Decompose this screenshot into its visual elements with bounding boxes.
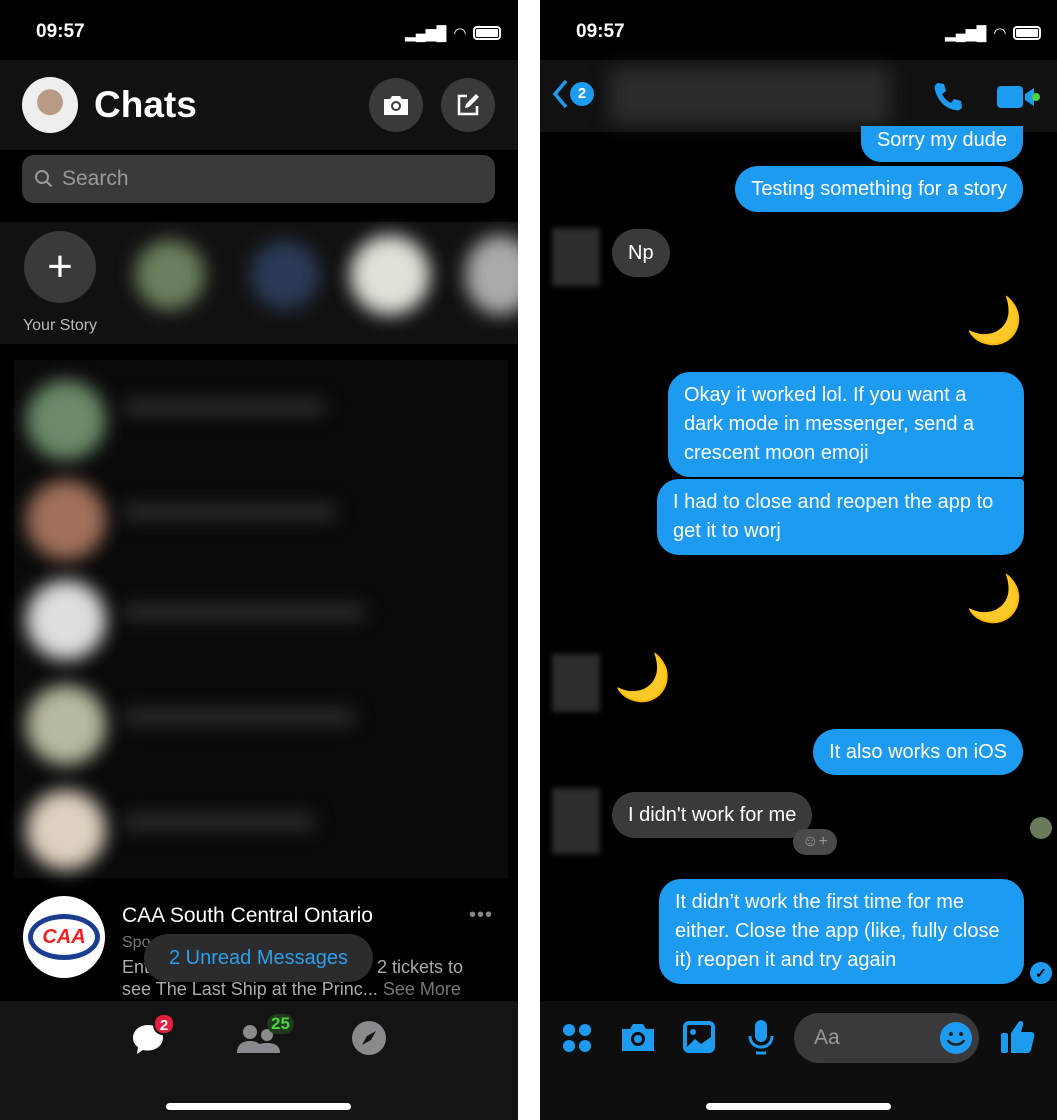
chat-row[interactable] (26, 580, 106, 660)
story-item[interactable] (135, 240, 205, 310)
chat-row-text (124, 605, 364, 619)
status-icons: ▂▄▆█ ◠ (945, 24, 1042, 42)
your-story-label: Your Story (22, 317, 98, 334)
message-placeholder: Aa (814, 1026, 840, 1049)
ad-text-end: 2 tickets to (377, 957, 464, 977)
composer-bar: Aa (540, 1001, 1057, 1120)
phone-call-icon[interactable] (932, 80, 966, 114)
add-reaction-button[interactable]: ☺+ (793, 829, 837, 855)
chevron-left-icon (552, 79, 568, 109)
ad-text-line2: see The Last Ship at the Princ... See Mo… (122, 979, 461, 1000)
camera-icon[interactable] (620, 1021, 656, 1053)
message-out[interactable]: It didn’t work the first time for me eit… (659, 879, 1024, 984)
back-button[interactable]: 2 (552, 78, 594, 110)
nav-chats-tab[interactable]: 2 (130, 1013, 175, 1062)
chat-row-text (124, 505, 334, 519)
chats-badge: 2 (153, 1013, 175, 1035)
home-indicator (706, 1103, 891, 1110)
compass-icon (362, 1031, 376, 1045)
more-options-icon[interactable]: ••• (469, 904, 493, 927)
compose-button[interactable] (441, 78, 495, 132)
chat-row[interactable] (26, 380, 106, 460)
search-input[interactable]: Search (22, 155, 495, 203)
signal-icon: ▂▄▆█ (405, 24, 447, 41)
message-out[interactable]: Testing something for a story (735, 166, 1023, 212)
contact-info-blurred[interactable] (610, 68, 890, 124)
contact-avatar[interactable] (552, 228, 600, 286)
read-receipt-avatar (1030, 817, 1052, 839)
message-out[interactable]: Okay it worked lol. If you want a dark m… (668, 372, 1024, 477)
message-out[interactable]: Sorry my dude (860, 126, 1023, 162)
moon-emoji-message[interactable]: 🌙 (614, 652, 671, 702)
camera-icon (384, 96, 408, 115)
status-time: 09:57 (576, 21, 625, 42)
battery-icon (473, 26, 502, 40)
message-out[interactable]: I had to close and reopen the app to get… (657, 479, 1024, 555)
story-item[interactable] (350, 235, 430, 315)
unread-messages-toast[interactable]: 2 Unread Messages (144, 934, 373, 982)
chat-row[interactable] (26, 480, 106, 560)
contact-avatar[interactable] (552, 654, 600, 712)
compose-icon (457, 94, 479, 116)
people-badge: 25 (267, 1014, 294, 1034)
wifi-icon: ◠ (993, 25, 1007, 42)
status-icons: ▂▄▆█ ◠ (405, 24, 502, 42)
chat-row-text (124, 400, 324, 414)
message-in[interactable]: Np (612, 229, 670, 277)
chat-row[interactable] (26, 790, 106, 870)
sponsor-name[interactable]: CAA South Central Ontario (122, 904, 373, 928)
conversation-screen: 09:57 ▂▄▆█ ◠ 2 Sorry my dude Testing som… (540, 0, 1057, 1120)
search-icon (35, 170, 53, 188)
delivered-check-icon: ✓ (1030, 962, 1052, 984)
chats-screen: 09:57 ▂▄▆█ ◠ Chats Search + Your Story C… (0, 0, 518, 1120)
ad-text: see The Last Ship at the Princ... (122, 979, 378, 999)
home-indicator (166, 1103, 351, 1110)
moon-emoji-message[interactable]: 🌙 (966, 295, 1023, 345)
back-unread-badge: 2 (570, 82, 594, 106)
see-more-link[interactable]: See More (383, 979, 461, 999)
nav-people-tab[interactable]: 25 (237, 1014, 294, 1060)
thumbs-up-icon[interactable] (1000, 1017, 1036, 1055)
add-story-button[interactable]: + (24, 231, 96, 303)
battery-icon (1013, 26, 1042, 40)
nav-discover-tab[interactable] (352, 1021, 386, 1055)
chat-row-text (124, 815, 314, 829)
status-time: 09:57 (36, 21, 85, 42)
emoji-icon[interactable] (939, 1021, 973, 1055)
chat-list (14, 360, 508, 878)
plus-icon: + (47, 242, 73, 291)
video-call-icon[interactable] (996, 83, 1040, 111)
moon-emoji-message[interactable]: 🌙 (966, 573, 1023, 623)
story-item[interactable] (250, 240, 320, 310)
message-out[interactable]: It also works on iOS (813, 729, 1023, 775)
more-apps-icon[interactable] (562, 1023, 592, 1053)
signal-icon: ▂▄▆█ (945, 24, 987, 41)
bottom-nav: 2 25 (0, 1001, 518, 1120)
chat-row-text (124, 710, 354, 724)
wifi-icon: ◠ (453, 25, 467, 42)
chat-row[interactable] (26, 685, 106, 765)
contact-avatar[interactable] (552, 788, 600, 854)
smiley-plus-icon: ☺+ (802, 833, 828, 850)
search-placeholder: Search (62, 167, 129, 190)
caa-logo: CAA (23, 896, 105, 978)
microphone-icon[interactable] (747, 1018, 775, 1056)
camera-button[interactable] (369, 78, 423, 132)
message-in[interactable]: I didn't work for me (612, 792, 813, 838)
gallery-icon[interactable] (683, 1021, 715, 1053)
profile-avatar[interactable] (22, 77, 78, 133)
page-title: Chats (94, 84, 197, 125)
message-input[interactable]: Aa (794, 1013, 979, 1063)
